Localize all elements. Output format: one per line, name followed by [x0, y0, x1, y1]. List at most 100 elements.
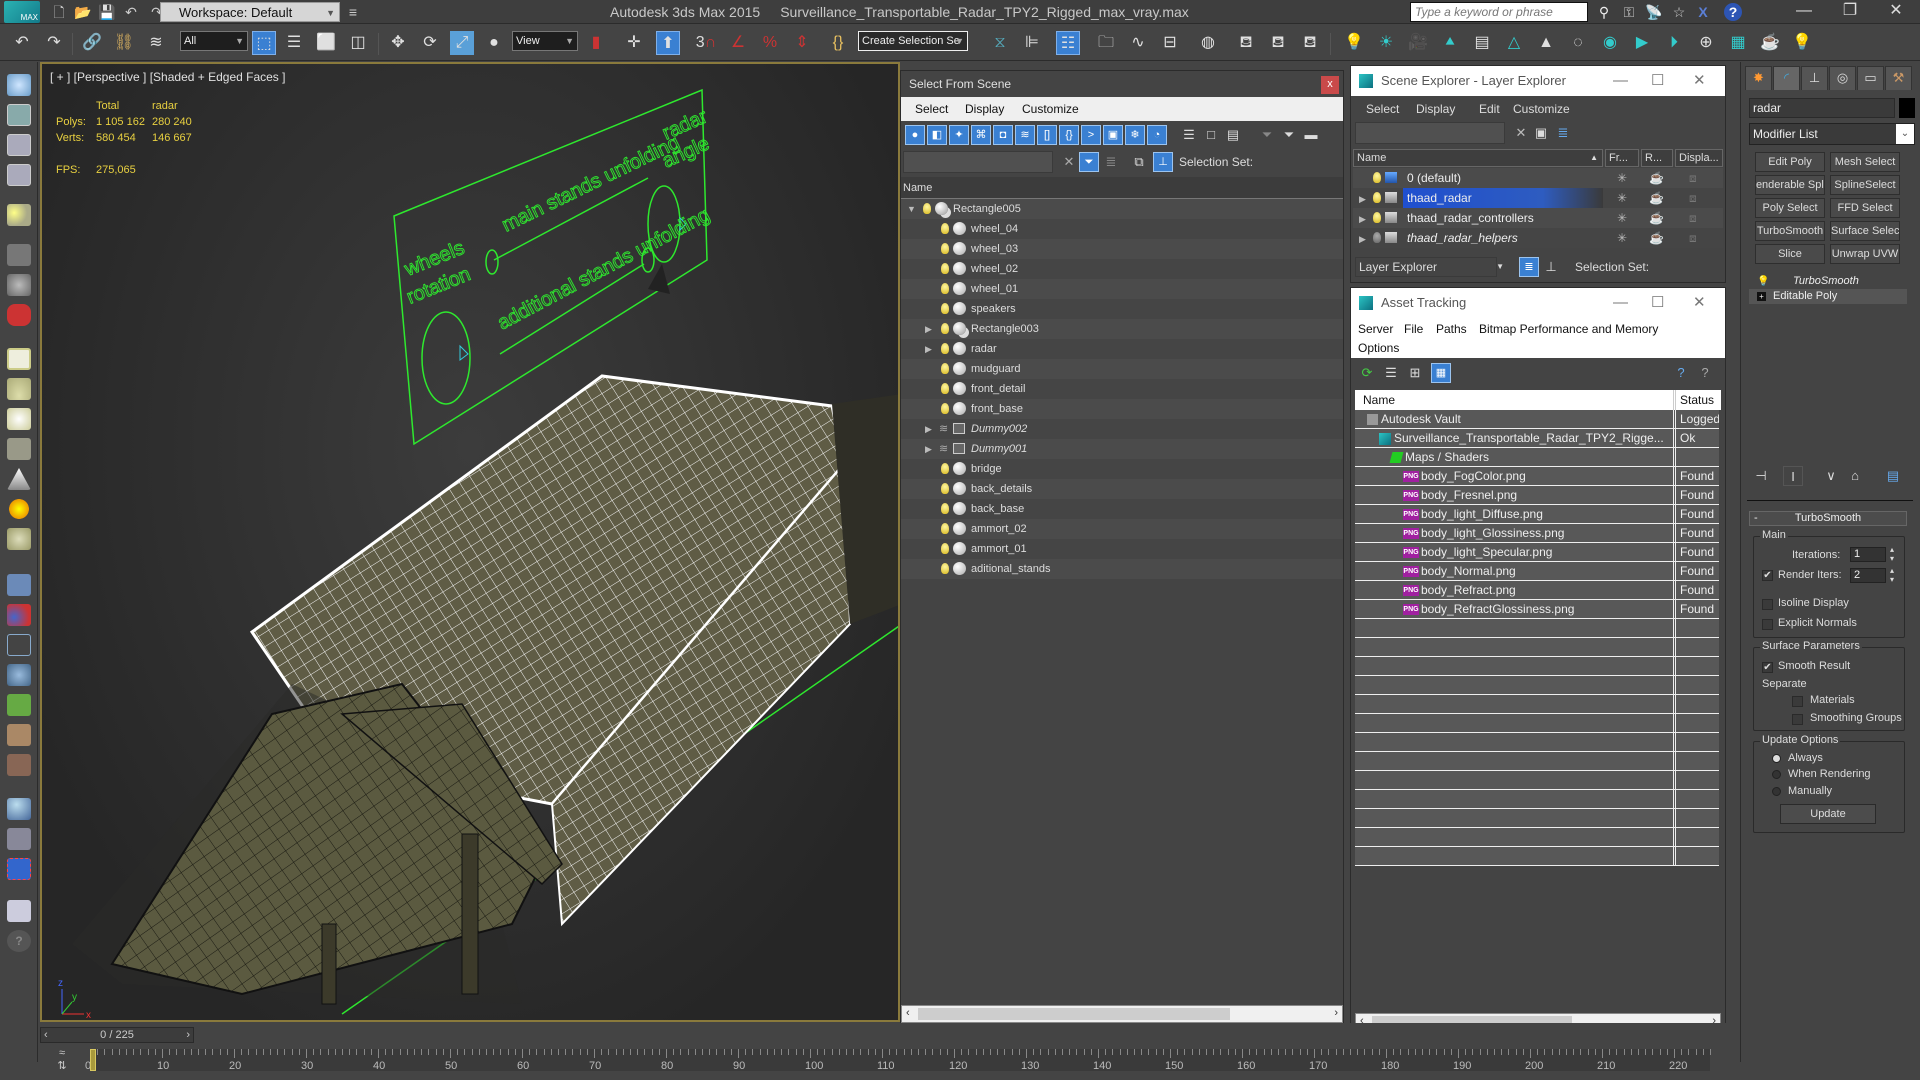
reference-coordinate-dropdown[interactable]: View ▼	[512, 31, 578, 51]
asset-row[interactable]: PNG body_RefractGlossiness.png Found	[1355, 600, 1719, 619]
vray-camera-add-icon[interactable]: ⊕	[1694, 31, 1718, 55]
place-icon[interactable]: ●	[482, 31, 506, 55]
tab-utilities-icon[interactable]: ⚒	[1885, 66, 1912, 90]
close-button[interactable]: ✕	[1693, 66, 1706, 96]
list-item[interactable]: wheel_02	[901, 259, 1343, 279]
clear-search-icon[interactable]: ✕	[1511, 123, 1531, 143]
menu-bitmap-performance[interactable]: Bitmap Performance and Memory	[1479, 322, 1658, 336]
bind-space-warp-icon[interactable]: ≋	[144, 31, 168, 55]
asset-row[interactable]: Maps / Shaders	[1355, 448, 1719, 467]
undo-icon[interactable]: ↶	[10, 31, 34, 55]
invert-display-icon[interactable]: ▤	[1223, 125, 1243, 145]
spinner-arrows-icon[interactable]: ▴ ▾	[1890, 566, 1894, 584]
light-bulb-icon[interactable]	[941, 263, 949, 274]
render-iters-spinner[interactable]: 2	[1850, 568, 1886, 583]
scrollbar-thumb[interactable]	[918, 1008, 1230, 1020]
physical-camera-icon[interactable]	[7, 274, 31, 296]
materials-checkbox[interactable]	[1792, 696, 1803, 707]
expand-down-icon[interactable]: ▼	[907, 199, 916, 219]
vray-render-icon[interactable]: ⏵	[1662, 31, 1686, 55]
zoom-extents-icon[interactable]	[7, 828, 31, 850]
asset-row[interactable]: PNG body_Refract.png Found	[1355, 581, 1719, 600]
teapot-render-icon[interactable]: ☕	[1758, 31, 1782, 55]
asset-row[interactable]: PNG body_light_Specular.png Found	[1355, 543, 1719, 562]
iterations-spinner[interactable]: 1	[1850, 547, 1886, 562]
column-frozen[interactable]: Fr...	[1605, 149, 1639, 167]
tree-view-icon[interactable]: ⊞	[1405, 363, 1425, 383]
minimize-button[interactable]: —	[1613, 66, 1628, 96]
modifier-button[interactable]: FFD Select	[1830, 198, 1900, 218]
vray-proxy-strip-icon[interactable]	[7, 574, 31, 596]
light-bulb-icon[interactable]	[941, 283, 949, 294]
sort-by-layer-icon[interactable]: ≣	[1519, 257, 1539, 277]
modifier-button[interactable]: SplineSelect	[1830, 175, 1900, 195]
expand-right-icon[interactable]: ▶	[1359, 189, 1366, 209]
sphere-primitive-icon[interactable]	[7, 798, 31, 820]
vray-clipper-icon[interactable]	[7, 664, 31, 686]
layer-row[interactable]: ▶ thaad_radar_helpers ✳ ☕ ⧈	[1353, 228, 1723, 248]
renderable-teapot-icon[interactable]: ☕	[1649, 228, 1664, 248]
teapot-create-icon[interactable]	[7, 74, 31, 96]
asset-row[interactable]: Surveillance_Transportable_Radar_TPY2_Ri…	[1355, 429, 1719, 448]
hidden-bulb-icon[interactable]: ≋	[939, 419, 948, 439]
align-icon[interactable]: ⊫	[1020, 31, 1044, 55]
vray-plane-icon[interactable]	[7, 634, 31, 656]
light-bulb-icon[interactable]	[941, 503, 949, 514]
pin-stack-icon[interactable]: ⊣	[1751, 466, 1771, 486]
percent-snap-icon[interactable]: %	[758, 31, 782, 55]
timeline-ruler[interactable]: 0 10 20 30 40 50 60 70 80 90 100 110 120 130 140 150 160…	[85, 1023, 1711, 1080]
help-icon[interactable]: ?	[1724, 3, 1742, 21]
configure-sets-icon[interactable]: ▤	[1883, 466, 1903, 486]
vray-light-lister-icon[interactable]: 💡	[1790, 31, 1814, 55]
list-item[interactable]: ▶ radar	[901, 339, 1343, 359]
display-box-icon[interactable]: ⧈	[1689, 208, 1697, 228]
rollout-turbosmooth-header[interactable]: - TurboSmooth	[1749, 511, 1907, 526]
freeze-icon[interactable]: ✳	[1617, 208, 1627, 228]
list-item[interactable]: back_base	[901, 499, 1343, 519]
camera-icon[interactable]	[7, 244, 31, 266]
menu-customize[interactable]: Customize	[1513, 102, 1570, 116]
scene-list-icon[interactable]	[7, 134, 31, 156]
display-all-icon[interactable]: ☰	[1179, 125, 1199, 145]
light-lister-icon[interactable]	[7, 204, 31, 226]
spinner-arrows-icon[interactable]: ▴ ▾	[1890, 545, 1894, 563]
layer-name[interactable]: thaad_radar_controllers	[1403, 208, 1603, 228]
binoculars-icon[interactable]: ⚲	[1595, 3, 1613, 21]
list-item[interactable]: ammort_01	[901, 539, 1343, 559]
display-xrefs-icon[interactable]: {}	[1059, 125, 1079, 145]
hidden-bulb-icon[interactable]: ≋	[939, 439, 948, 459]
ies-light-icon[interactable]	[7, 468, 31, 490]
menu-server[interactable]: Server	[1358, 322, 1393, 336]
modifier-list-dropdown[interactable]: Modifier List ⌄	[1749, 123, 1915, 145]
mirror-icon[interactable]: ⧖	[988, 31, 1012, 55]
sun-light-icon[interactable]	[7, 498, 31, 520]
freeze-icon[interactable]: ✳	[1617, 188, 1627, 208]
list-item[interactable]: ▶ ≋ Dummy002	[901, 419, 1343, 439]
expand-right-icon[interactable]: ▶	[925, 319, 932, 339]
list-item[interactable]: bridge	[901, 459, 1343, 479]
list-item[interactable]: front_base	[901, 399, 1343, 419]
light-bulb-icon[interactable]	[941, 523, 949, 534]
sort-by-layer-icon[interactable]: ⧉	[1129, 152, 1149, 172]
layer-name[interactable]: 0 (default)	[1403, 168, 1603, 188]
list-item[interactable]: speakers	[901, 299, 1343, 319]
light-bulb-icon[interactable]	[941, 543, 949, 554]
ambient-light-icon[interactable]	[7, 528, 31, 550]
layer-name[interactable]: thaad_radar_helpers	[1403, 228, 1603, 248]
asset-row[interactable]: PNG body_Normal.png Found	[1355, 562, 1719, 581]
restore-button[interactable]: ❐	[1828, 0, 1872, 24]
list-item[interactable]: mudguard	[901, 359, 1343, 379]
display-shapes-icon[interactable]: ◧	[927, 125, 947, 145]
tab-hierarchy-icon[interactable]: ⊥	[1801, 66, 1828, 90]
vray-camera-strip-icon[interactable]	[7, 304, 31, 326]
satellite-icon[interactable]: 📡	[1645, 3, 1663, 21]
hierarchy-icon[interactable]: ⊥	[1153, 152, 1173, 172]
display-helpers-icon[interactable]: ◘	[993, 125, 1013, 145]
list-item[interactable]: ▶ Rectangle003	[901, 319, 1343, 339]
menu-display[interactable]: Display	[1416, 102, 1455, 116]
spinner-snap-icon[interactable]: ⇕	[790, 31, 814, 55]
expand-right-icon[interactable]: ▶	[925, 439, 932, 459]
display-box-icon[interactable]: ⧈	[1689, 168, 1697, 188]
display-hidden-icon[interactable]: ◔	[1147, 125, 1167, 145]
render-iters-checkbox[interactable]: ✔	[1762, 570, 1773, 581]
